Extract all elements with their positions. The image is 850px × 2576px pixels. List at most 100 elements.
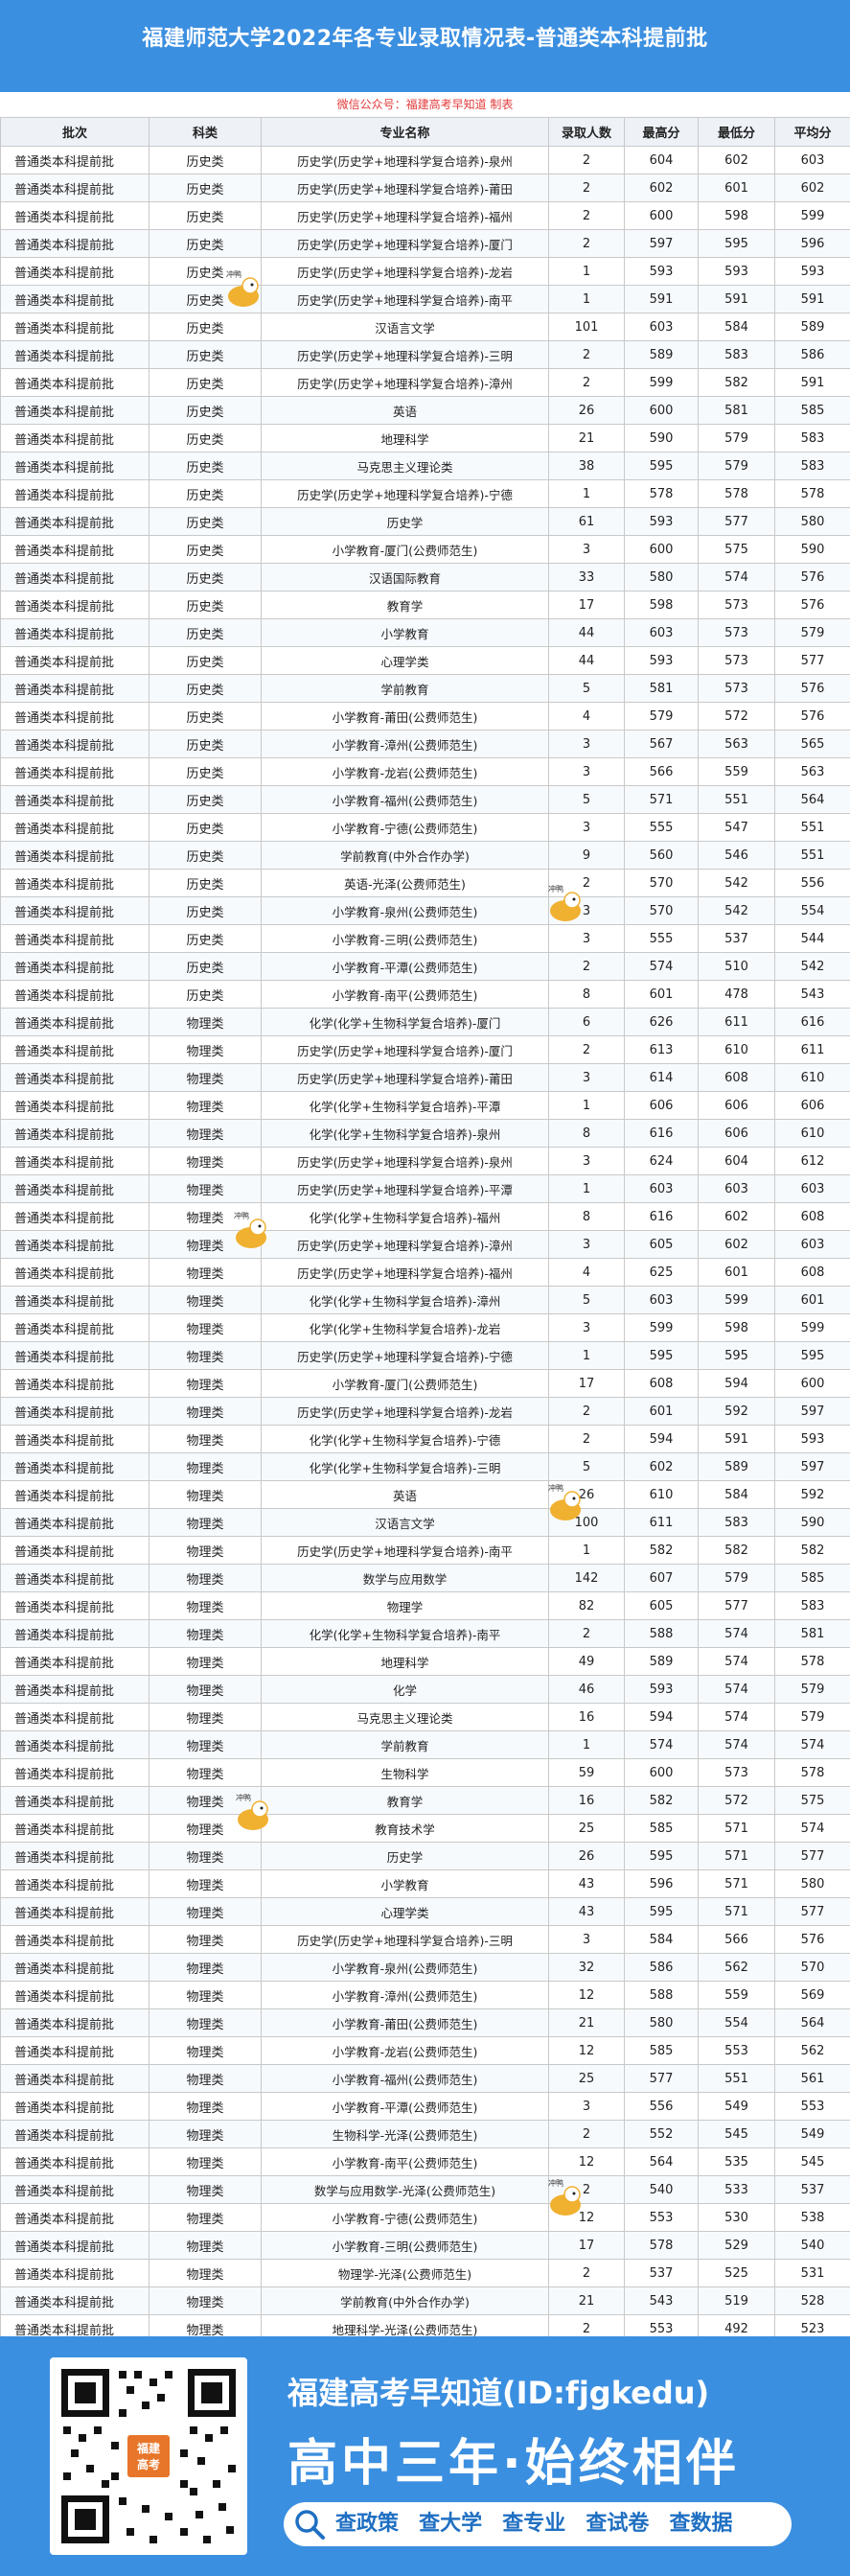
cell-major: 小学教育-泉州(公费师范生) — [261, 896, 549, 925]
cell-avg-score: 545 — [774, 2147, 850, 2176]
cell-min-score: 603 — [698, 1174, 775, 1203]
cell-batch: 普通类本科提前批 — [0, 2092, 149, 2121]
cell-major: 历史学 — [261, 507, 549, 536]
table-body: 普通类本科提前批 历史类 历史学(历史学+地理科学复合培养)-泉州 2 604 602 60… — [0, 146, 850, 2343]
cell-major: 地理科学 — [261, 424, 549, 453]
column-header: 科类 — [149, 117, 262, 147]
admission-table: 批次 科类 专业名称 录取人数 最高分 最低分 平均分 普通类本科提前批 历史类历… — [0, 117, 850, 2343]
cell-category: 物理类 — [149, 2286, 262, 2315]
cell-max-score: 613 — [624, 1035, 699, 1064]
cell-major: 小学教育-福州(公费师范生) — [261, 2064, 549, 2093]
link-exam[interactable]: 查试卷 — [586, 2512, 649, 2536]
table-row: 普通类本科提前批 物理类 历史学(历史学+地理科学复合培养)-漳州 3 605 602 60… — [0, 1230, 850, 1259]
cell-max-score: 588 — [624, 1619, 699, 1648]
cell-max-score: 597 — [624, 229, 699, 258]
cell-max-score: 586 — [624, 1953, 699, 1982]
cell-avg-score: 569 — [774, 1981, 850, 2009]
table-row: 普通类本科提前批 物理类 历史学(历史学+地理科学复合培养)-宁德 1 595 595 59… — [0, 1341, 850, 1370]
cell-count: 3 — [548, 1230, 625, 1259]
cell-count: 2 — [548, 201, 625, 230]
cell-count: 1 — [548, 257, 625, 286]
table-row: 普通类本科提前批 历史类 历史学(历史学+地理科学复合培养)-三明 2 589 583 58… — [0, 340, 850, 369]
cell-major: 历史学(历史学+地理科学复合培养)-莆田 — [261, 174, 549, 202]
cell-avg-score: 599 — [774, 1313, 850, 1342]
cell-major: 教育学 — [261, 591, 549, 619]
cell-major: 化学(化学+生物科学复合培养)-福州 — [261, 1202, 549, 1231]
cell-category: 物理类 — [149, 2259, 262, 2287]
cell-max-score: 566 — [624, 757, 699, 786]
table-row: 普通类本科提前批 历史类 马克思主义理论类 38 595 579 583 — [0, 452, 850, 480]
cell-min-score: 583 — [698, 340, 775, 369]
cell-min-score: 574 — [698, 1675, 775, 1704]
cell-category: 物理类 — [149, 1647, 262, 1676]
link-data[interactable]: 查数据 — [669, 2512, 732, 2536]
table-row: 普通类本科提前批 历史类 小学教育 44 603 573 579 — [0, 618, 850, 647]
link-policy[interactable]: 查政策 — [335, 2512, 399, 2536]
cell-category: 物理类 — [149, 1591, 262, 1620]
cell-category: 物理类 — [149, 2064, 262, 2093]
cell-batch: 普通类本科提前批 — [0, 952, 149, 981]
cell-max-score: 574 — [624, 1730, 699, 1759]
cell-batch: 普通类本科提前批 — [0, 2147, 149, 2176]
qr-badge-line: 福建 — [136, 2442, 160, 2455]
cell-category: 历史类 — [149, 452, 262, 480]
cell-avg-score: 579 — [774, 1703, 850, 1731]
cell-min-score: 510 — [698, 952, 775, 981]
cell-category: 物理类 — [149, 1313, 262, 1342]
cell-category: 物理类 — [149, 1091, 262, 1120]
cell-batch: 普通类本科提前批 — [0, 2036, 149, 2065]
qr-code[interactable]: 福建 高考 — [50, 2357, 247, 2555]
cell-min-score: 563 — [698, 730, 775, 758]
table-row: 普通类本科提前批 物理类 教育学 16 582 572 575 — [0, 1786, 850, 1815]
search-bar[interactable]: 查政策 查大学 查专业 查试卷 查数据 — [284, 2502, 792, 2546]
cell-min-score: 598 — [698, 1313, 775, 1342]
cell-category: 物理类 — [149, 2147, 262, 2176]
cell-avg-score: 561 — [774, 2064, 850, 2093]
cell-count: 8 — [548, 980, 625, 1009]
cell-max-score: 585 — [624, 1814, 699, 1843]
cell-max-score: 582 — [624, 1786, 699, 1815]
cell-batch: 普通类本科提前批 — [0, 507, 149, 536]
cell-category: 物理类 — [149, 1286, 262, 1314]
mascot-sticker: 冲鸭 — [548, 1483, 581, 1520]
cell-category: 历史类 — [149, 757, 262, 786]
cell-max-score: 578 — [624, 2231, 699, 2260]
cell-min-score: 573 — [698, 591, 775, 619]
cell-avg-score: 583 — [774, 452, 850, 480]
cell-max-score: 603 — [624, 1286, 699, 1314]
cell-category: 物理类 — [149, 1035, 262, 1064]
cell-major: 小学教育-三明(公费师范生) — [261, 2231, 549, 2260]
cell-category: 物理类 — [149, 1619, 262, 1648]
cell-min-score: 577 — [698, 507, 775, 536]
qr-badge: 福建 高考 — [125, 2432, 172, 2480]
cell-major: 物理学 — [261, 1591, 549, 1620]
cell-avg-score: 603 — [774, 146, 850, 174]
cell-count: 142 — [548, 1564, 625, 1592]
cell-category: 历史类 — [149, 813, 262, 842]
cell-count: 5 — [548, 785, 625, 814]
cell-batch: 普通类本科提前批 — [0, 340, 149, 369]
table-row: 普通类本科提前批 历史类 心理学类 44 593 573 577 — [0, 646, 850, 675]
cell-batch: 普通类本科提前批 — [0, 730, 149, 758]
cell-count: 38 — [548, 452, 625, 480]
cell-count: 2 — [548, 368, 625, 397]
cell-category: 物理类 — [149, 1842, 262, 1870]
cell-batch: 普通类本科提前批 — [0, 618, 149, 647]
cell-major: 化学(化学+生物科学复合培养)-漳州 — [261, 1286, 549, 1314]
link-major[interactable]: 查专业 — [502, 2512, 565, 2536]
table-row: 普通类本科提前批 物理类 小学教育-南平(公费师范生) 12 564 535 545 — [0, 2147, 850, 2176]
cell-max-score: 595 — [624, 1842, 699, 1870]
cell-count: 3 — [548, 1313, 625, 1342]
cell-count: 16 — [548, 1786, 625, 1815]
cell-count: 12 — [548, 1981, 625, 2009]
cell-category: 历史类 — [149, 313, 262, 341]
cell-count: 1 — [548, 1091, 625, 1120]
table-row: 普通类本科提前批 历史类 历史学(历史学+地理科学复合培养)-龙岩 1 593 593 59… — [0, 257, 850, 286]
cell-count: 25 — [548, 2064, 625, 2093]
cell-count: 43 — [548, 1869, 625, 1898]
link-university[interactable]: 查大学 — [419, 2512, 482, 2536]
table-row: 普通类本科提前批 历史类 小学教育-莆田(公费师范生) 4 579 572 576 — [0, 702, 850, 731]
cell-min-score: 571 — [698, 1897, 775, 1926]
cell-min-score: 577 — [698, 1591, 775, 1620]
cell-max-score: 560 — [624, 841, 699, 870]
